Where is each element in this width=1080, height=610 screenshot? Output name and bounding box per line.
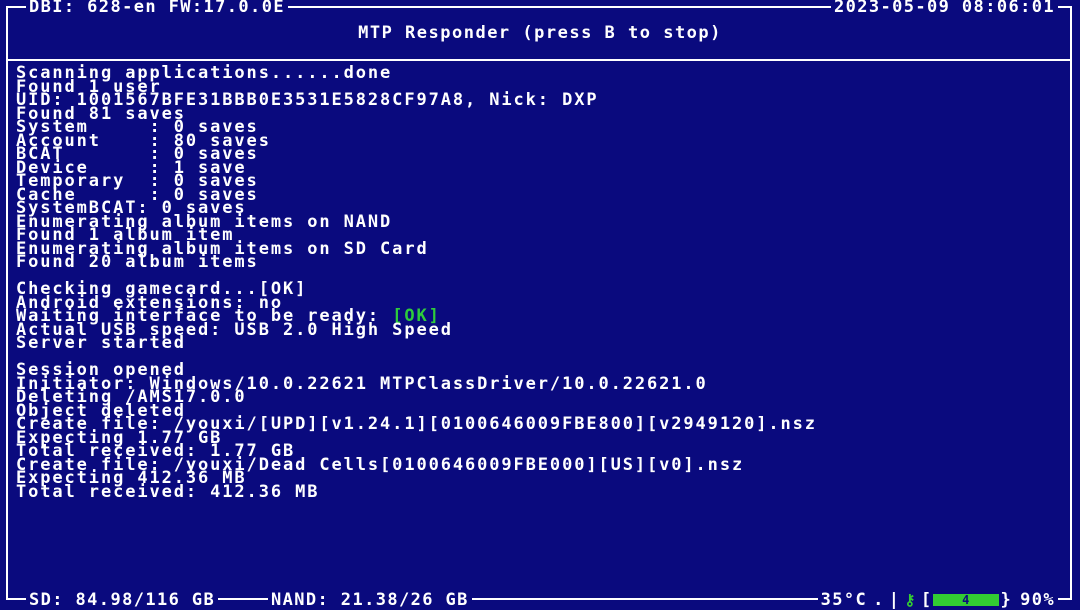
title-separator (8, 59, 1072, 61)
charging-icon: ⚷ (904, 591, 917, 609)
sd-storage-label: SD: 84.98/116 GB (26, 592, 219, 609)
divider: | (888, 590, 901, 610)
datetime-label: 2023-05-09 08:06:01 (830, 0, 1058, 16)
battery-fill: 4 (933, 594, 1000, 606)
status-tray: 35°C . | ⚷ [ 4 } 90% (817, 590, 1058, 610)
nand-storage-label: NAND: 21.38/26 GB (268, 592, 472, 609)
log-line: Server started (16, 333, 186, 353)
page-title: MTP Responder (press B to stop) (358, 23, 722, 43)
wifi-icon: . (873, 590, 885, 610)
log-line: Found 20 album items (16, 252, 259, 272)
console-log: Scanning applications......done Found 1 u… (16, 63, 1066, 502)
battery-indicator: [ 4 } (920, 590, 1013, 610)
temperature-label: 35°C (820, 590, 868, 610)
log-line: Scanning applications......done (16, 63, 393, 83)
battery-percent: 90% (1020, 590, 1055, 610)
log-line: Total received: 412.36 MB (16, 481, 320, 502)
app-version-label: DBI: 628-en FW:17.0.0E (26, 0, 288, 16)
